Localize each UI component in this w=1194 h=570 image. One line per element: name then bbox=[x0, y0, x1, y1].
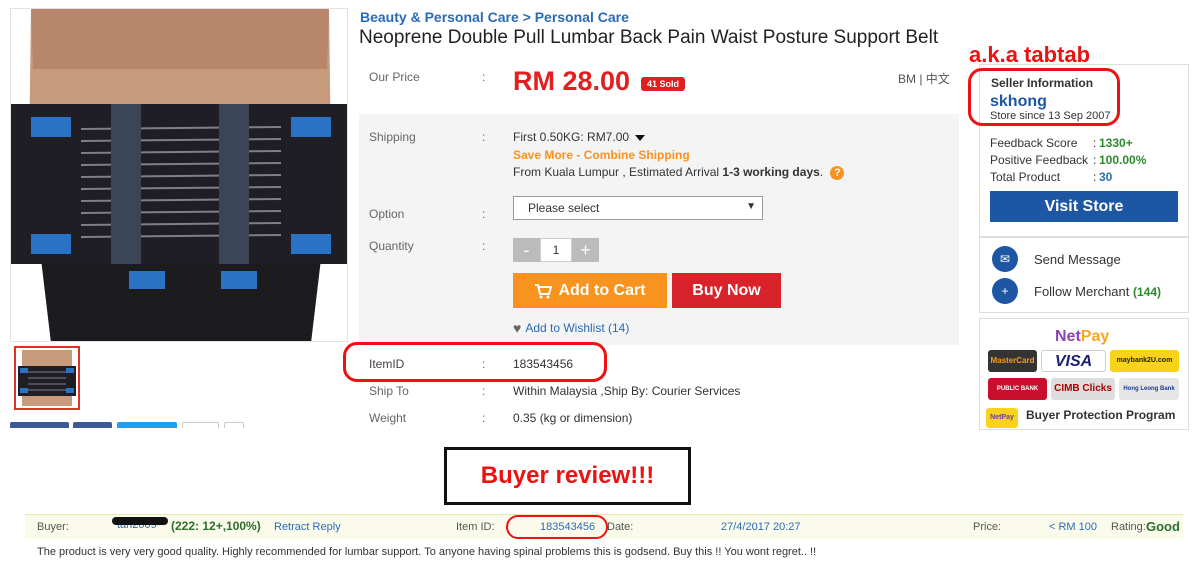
review-price-value: < RM 100 bbox=[1049, 521, 1097, 533]
seller-info-heading: Seller Information bbox=[991, 76, 1094, 90]
breadcrumb-separator: > bbox=[522, 9, 531, 25]
option-select-value: Please select bbox=[528, 201, 600, 215]
redaction-bar bbox=[112, 517, 168, 525]
buyer-protection-label[interactable]: Buyer Protection Program bbox=[1026, 408, 1175, 422]
visit-store-button[interactable]: Visit Store bbox=[990, 191, 1178, 222]
option-select[interactable]: Please select ▼ bbox=[513, 196, 763, 220]
review-itemid-label: Item ID: bbox=[456, 521, 495, 533]
breadcrumb: Beauty & Personal Care > Personal Care bbox=[360, 9, 629, 25]
price-colon: : bbox=[482, 70, 486, 84]
dropdown-arrow-icon: ▼ bbox=[746, 201, 756, 212]
shipto-colon: : bbox=[482, 384, 486, 398]
positive-feedback-value: 100.00% bbox=[1099, 153, 1147, 167]
itemid-label: ItemID bbox=[369, 357, 405, 371]
weight-value: 0.35 (kg or dimension) bbox=[513, 411, 633, 425]
twitter-share-button[interactable] bbox=[117, 422, 177, 428]
shipping-rate-text: First 0.50KG: RM7.00 bbox=[513, 130, 630, 144]
total-product-label: Total Product bbox=[990, 170, 1061, 184]
breadcrumb-personal-care[interactable]: Personal Care bbox=[535, 9, 629, 25]
quantity-increase-button[interactable]: + bbox=[572, 238, 599, 262]
option-colon: : bbox=[482, 207, 486, 221]
shipping-label: Shipping bbox=[369, 130, 416, 144]
store-since: Store since 13 Sep 2007 bbox=[990, 110, 1111, 122]
netpay-net: Net bbox=[1055, 328, 1081, 345]
product-title: Neoprene Double Pull Lumbar Back Pain Wa… bbox=[359, 27, 939, 48]
product-main-image[interactable] bbox=[10, 8, 348, 342]
caret-down-icon bbox=[635, 135, 646, 141]
combine-shipping-link[interactable]: Save More - Combine Shipping bbox=[513, 148, 690, 162]
arrival-info: From Kuala Lumpur , Estimated Arrival 1-… bbox=[513, 165, 845, 180]
netpay-logo: NetPay bbox=[1055, 328, 1109, 346]
language-switch[interactable]: BM | 中文 bbox=[898, 70, 950, 87]
review-text: The product is very very good quality. H… bbox=[37, 546, 817, 558]
itemid-value: 183543456 bbox=[513, 357, 574, 371]
hongleong-logo: Hong Leong Bank bbox=[1119, 378, 1179, 400]
review-rating-value: Good bbox=[1146, 519, 1180, 534]
envelope-icon[interactable]: ✉ bbox=[992, 246, 1018, 272]
review-buyer-score: (222: 12+,100%) bbox=[171, 519, 261, 533]
review-price-label: Price: bbox=[973, 521, 1002, 533]
shipping-colon: : bbox=[482, 130, 486, 144]
review-date-label: Date: bbox=[607, 521, 634, 533]
arrival-prefix: From Kuala Lumpur , Estimated Arrival bbox=[513, 165, 723, 179]
sold-badge: 41 Sold bbox=[641, 77, 686, 91]
feedback-score-value: 1330+ bbox=[1099, 136, 1133, 150]
heart-icon: ♥ bbox=[513, 320, 522, 336]
breadcrumb-beauty[interactable]: Beauty & Personal Care bbox=[360, 9, 519, 25]
product-price: RM 28.00 bbox=[513, 66, 631, 96]
review-date-value: 27/4/2017 20:27 bbox=[721, 521, 801, 533]
netpay-pay: Pay bbox=[1080, 328, 1110, 345]
add-to-cart-button[interactable]: Add to Cart bbox=[513, 273, 667, 308]
total-product-colon: : bbox=[1093, 170, 1097, 184]
follow-user-icon[interactable]: + bbox=[992, 278, 1018, 304]
product-thumbnail[interactable] bbox=[14, 346, 80, 410]
follow-merchant-label: Follow Merchant bbox=[1034, 284, 1133, 299]
gplus-button[interactable] bbox=[224, 422, 244, 428]
total-product-value[interactable]: 30 bbox=[1099, 170, 1112, 184]
follow-count: (144) bbox=[1132, 285, 1161, 299]
share-count-button[interactable] bbox=[182, 422, 219, 428]
itemid-colon: : bbox=[482, 357, 486, 371]
buy-now-button[interactable]: Buy Now bbox=[672, 273, 781, 308]
help-icon[interactable]: ? bbox=[830, 166, 845, 180]
buyer-review-annotation: Buyer review!!! bbox=[480, 462, 655, 489]
weight-label: Weight bbox=[369, 411, 407, 425]
quantity-stepper: - 1 + bbox=[513, 238, 599, 262]
quantity-decrease-button[interactable]: - bbox=[513, 238, 540, 262]
feedback-score-colon: : bbox=[1093, 136, 1097, 150]
positive-feedback-label: Positive Feedback bbox=[990, 153, 1089, 167]
send-message-link[interactable]: Send Message bbox=[1034, 252, 1121, 267]
feedback-score-label: Feedback Score bbox=[990, 136, 1078, 150]
like-button[interactable] bbox=[73, 422, 112, 428]
add-to-wishlist-link[interactable]: ♥ Add to Wishlist (14) bbox=[513, 320, 629, 336]
option-label: Option bbox=[369, 207, 405, 221]
arrival-days: 1-3 working days bbox=[722, 165, 820, 179]
wishlist-label: Add to Wishlist (14) bbox=[525, 321, 630, 335]
positive-feedback-colon: : bbox=[1093, 153, 1097, 167]
add-to-cart-label: Add to Cart bbox=[558, 281, 646, 299]
netpay-badge-icon: NetPay bbox=[986, 408, 1018, 428]
shipping-rate[interactable]: First 0.50KG: RM7.00 bbox=[513, 130, 646, 144]
arrival-suffix: . bbox=[819, 165, 824, 179]
maybank-logo: maybank2U.com bbox=[1110, 350, 1179, 372]
price-label: Our Price bbox=[369, 70, 420, 84]
review-buyer-label: Buyer: bbox=[37, 521, 69, 533]
facebook-share-button[interactable] bbox=[10, 422, 69, 428]
follow-merchant-link[interactable]: Follow Merchant (144) bbox=[1034, 284, 1161, 299]
shipto-label: Ship To bbox=[369, 384, 409, 398]
seller-name-link[interactable]: skhong bbox=[990, 93, 1047, 111]
review-itemid-link[interactable]: 183543456 bbox=[540, 521, 595, 533]
quantity-input[interactable]: 1 bbox=[540, 238, 572, 262]
publicbank-logo: PUBLIC BANK bbox=[988, 378, 1047, 400]
retract-reply-link[interactable]: Retract Reply bbox=[274, 521, 341, 533]
review-rating-label: Rating: bbox=[1111, 521, 1146, 533]
quantity-label: Quantity bbox=[369, 239, 414, 253]
mastercard-logo: MasterCard bbox=[988, 350, 1037, 372]
visa-logo: VISA bbox=[1041, 350, 1106, 372]
shipto-value: Within Malaysia ,Ship By: Courier Servic… bbox=[513, 384, 741, 398]
quantity-colon: : bbox=[482, 239, 486, 253]
cart-icon bbox=[535, 283, 553, 298]
weight-colon: : bbox=[482, 411, 486, 425]
cimb-logo: CIMB Clicks bbox=[1051, 378, 1115, 400]
